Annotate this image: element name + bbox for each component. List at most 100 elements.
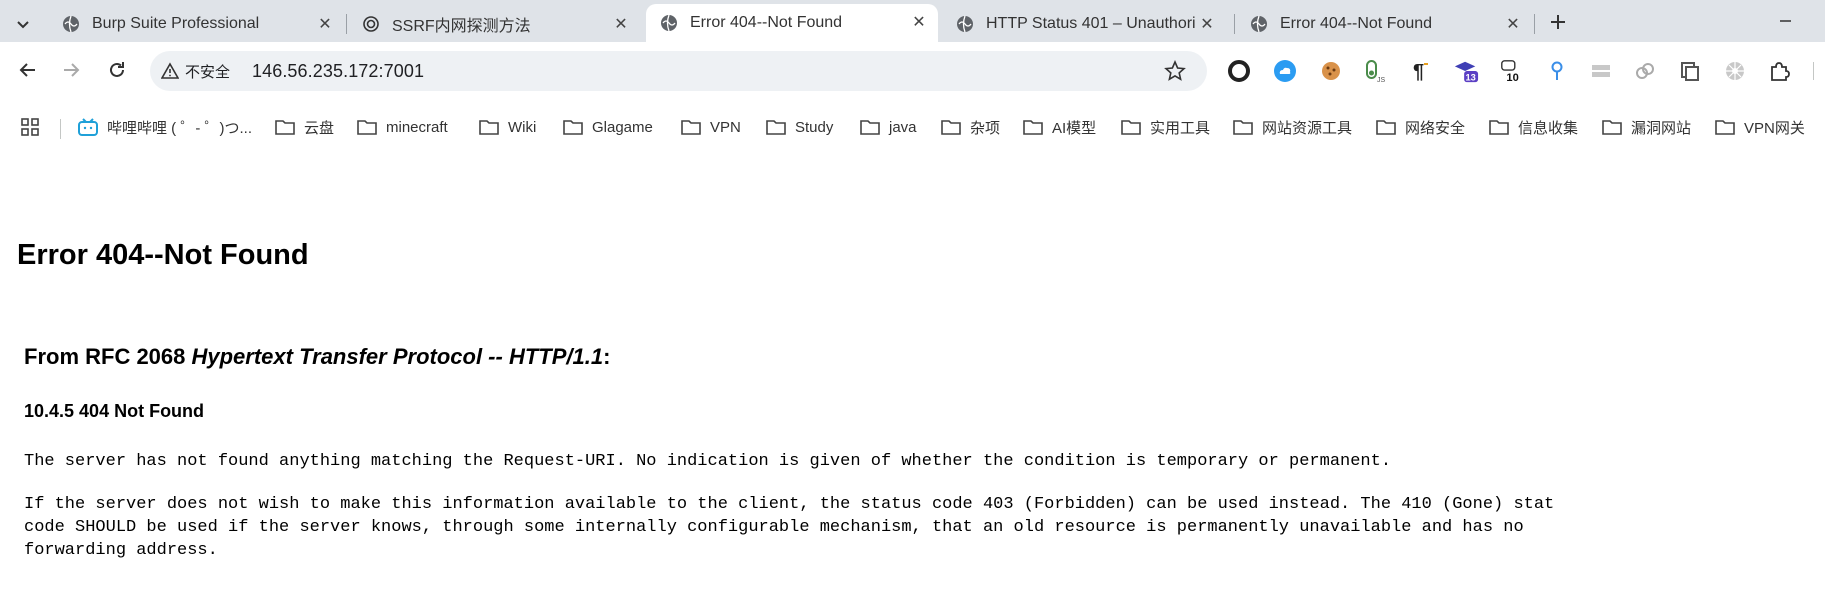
bookmark-label: 哔哩哔哩 ( ゜- ゜)つ... [107,119,252,137]
bookmark-label: AI模型 [1052,119,1097,137]
tab-title: SSRF内网探测方法 [392,18,531,35]
bookmark-label: Study [795,118,834,136]
cow-icon[interactable]: 10 [1499,58,1525,84]
copy-icon[interactable] [1677,58,1703,84]
bookmark-folder-glagame[interactable]: Glagame [563,115,653,139]
tab-error-404-active[interactable]: Error 404--Not Found ✕ [646,4,938,42]
tab-title: Error 404--Not Found [690,14,843,31]
tab-error-404[interactable]: Error 404--Not Found ✕ [1236,6,1532,42]
address-bar[interactable]: 不安全 146.56.235.172:7001 [150,51,1207,91]
pilcrow-icon[interactable]: ¶ [1407,58,1433,84]
rfc-suffix: : [603,344,611,369]
tab-separator [1234,14,1235,34]
page-title: Error 404--Not Found [17,239,309,271]
tab-title: Burp Suite Professional [92,15,260,32]
paragraph-1: The server has not found anything matchi… [24,452,1392,471]
reload-button[interactable] [101,54,133,86]
arrow-left-icon [19,63,35,77]
js-toggle-icon[interactable]: JS [1362,58,1388,84]
new-tab-button[interactable] [1545,9,1571,35]
close-icon[interactable]: ✕ [910,13,928,31]
tab-http-401[interactable]: HTTP Status 401 – Unauthori ✕ [942,6,1226,42]
toolbar-divider [1813,62,1814,80]
tab-burp[interactable]: Burp Suite Professional ✕ [48,6,344,42]
back-button[interactable] [12,54,44,86]
tab-separator [346,14,347,34]
stack-icon[interactable] [1588,58,1614,84]
tab-title: Error 404--Not Found [1280,15,1433,32]
folder-icon [1023,120,1043,135]
bookmark-label: 信息收集 [1518,119,1579,137]
bookmark-label: VPN网关 [1744,119,1805,137]
bookmark-folder-yunpan[interactable]: 云盘 [275,115,334,139]
bookmark-folder-zaxiang[interactable]: 杂项 [941,115,1000,139]
close-icon[interactable]: ✕ [1504,15,1522,33]
folder-icon [1121,120,1141,135]
bookmarks-bar: 哔哩哔哩 ( ゜- ゜)つ... 云盘 minecraft Wiki Glaga… [0,111,1825,143]
globe-icon [1250,15,1268,33]
pin-icon[interactable] [1544,58,1570,84]
svg-text:10: 10 [1506,72,1518,84]
tab-title: HTTP Status 401 – Unauthori [986,15,1196,32]
bookmark-folder-vpn-gateway[interactable]: VPN网关 [1715,115,1805,139]
bookmark-folder-info[interactable]: 信息收集 [1489,115,1578,139]
folder-icon [1376,120,1396,135]
tab-ssrf[interactable]: SSRF内网探测方法 ✕ [348,6,640,42]
url-text[interactable]: 146.56.235.172:7001 [252,61,424,82]
folder-icon [1489,120,1509,135]
bookmark-folder-minecraft[interactable]: minecraft [357,115,448,139]
warning-icon [161,62,179,79]
bookmark-label: 云盘 [304,119,335,137]
puzzle-icon[interactable] [1766,58,1792,84]
close-icon[interactable]: ✕ [316,15,334,33]
bookmark-label: 漏洞网站 [1631,119,1692,137]
cloud-icon[interactable] [1272,58,1298,84]
folder-icon [681,120,701,135]
svg-text:JS: JS [1377,77,1386,84]
folder-icon [860,120,880,135]
rfc-title: Hypertext Transfer Protocol -- HTTP/1.1 [191,344,604,369]
paragraph-2-line-1: If the server does not wish to make this… [24,495,1555,514]
paragraph-2-line-2: code SHOULD be used if the server knows,… [24,518,1524,537]
bookmark-star-icon[interactable] [1164,59,1186,82]
bookmark-bilibili[interactable]: 哔哩哔哩 ( ゜- ゜)つ... [78,115,252,139]
security-chip[interactable]: 不安全 [161,60,230,82]
bookmark-label: Glagame [592,118,653,136]
gear-flower-icon[interactable] [1722,58,1748,84]
circle-icon[interactable] [1226,58,1252,84]
apps-button[interactable] [20,115,40,139]
bookmark-folder-vuln[interactable]: 漏洞网站 [1602,115,1691,139]
tab-strip: Burp Suite Professional ✕ SSRF内网探测方法 ✕ E… [0,0,1825,42]
tab-search-button[interactable] [6,7,40,41]
close-icon[interactable]: ✕ [612,15,630,33]
bookmark-folder-study[interactable]: Study [766,115,833,139]
globe-icon [660,14,678,32]
close-icon[interactable]: ✕ [1198,15,1216,33]
folder-icon [1602,120,1622,135]
bookmark-folder-java[interactable]: java [860,115,917,139]
bookmark-label: 实用工具 [1150,119,1211,137]
bookmark-label: minecraft [386,118,448,136]
plus-icon [1551,15,1565,29]
bookmark-label: Wiki [508,118,537,136]
minimize-icon [1780,20,1791,22]
bookmark-folder-vpn[interactable]: VPN [681,115,741,139]
bookmark-folder-wiki[interactable]: Wiki [479,115,536,139]
cookie-icon[interactable] [1318,58,1344,84]
link-icon[interactable] [1632,58,1658,84]
bookmark-folder-ai[interactable]: AI模型 [1023,115,1096,139]
bookmark-folder-site-resources[interactable]: 网站资源工具 [1233,115,1352,139]
folder-icon [941,120,961,135]
openai-icon [362,15,380,33]
folder-icon [766,120,786,135]
globe-icon [62,15,80,33]
graduation-cap-icon[interactable]: 13 [1453,58,1479,84]
forward-button[interactable] [55,54,87,86]
bookmark-folder-netsec[interactable]: 网络安全 [1376,115,1465,139]
bookmark-label: java [889,118,917,136]
bookmark-label: VPN [710,118,741,136]
minimize-button[interactable] [1770,8,1800,34]
folder-icon [479,120,499,135]
security-label: 不安全 [185,63,231,81]
bookmark-folder-tools[interactable]: 实用工具 [1121,115,1210,139]
